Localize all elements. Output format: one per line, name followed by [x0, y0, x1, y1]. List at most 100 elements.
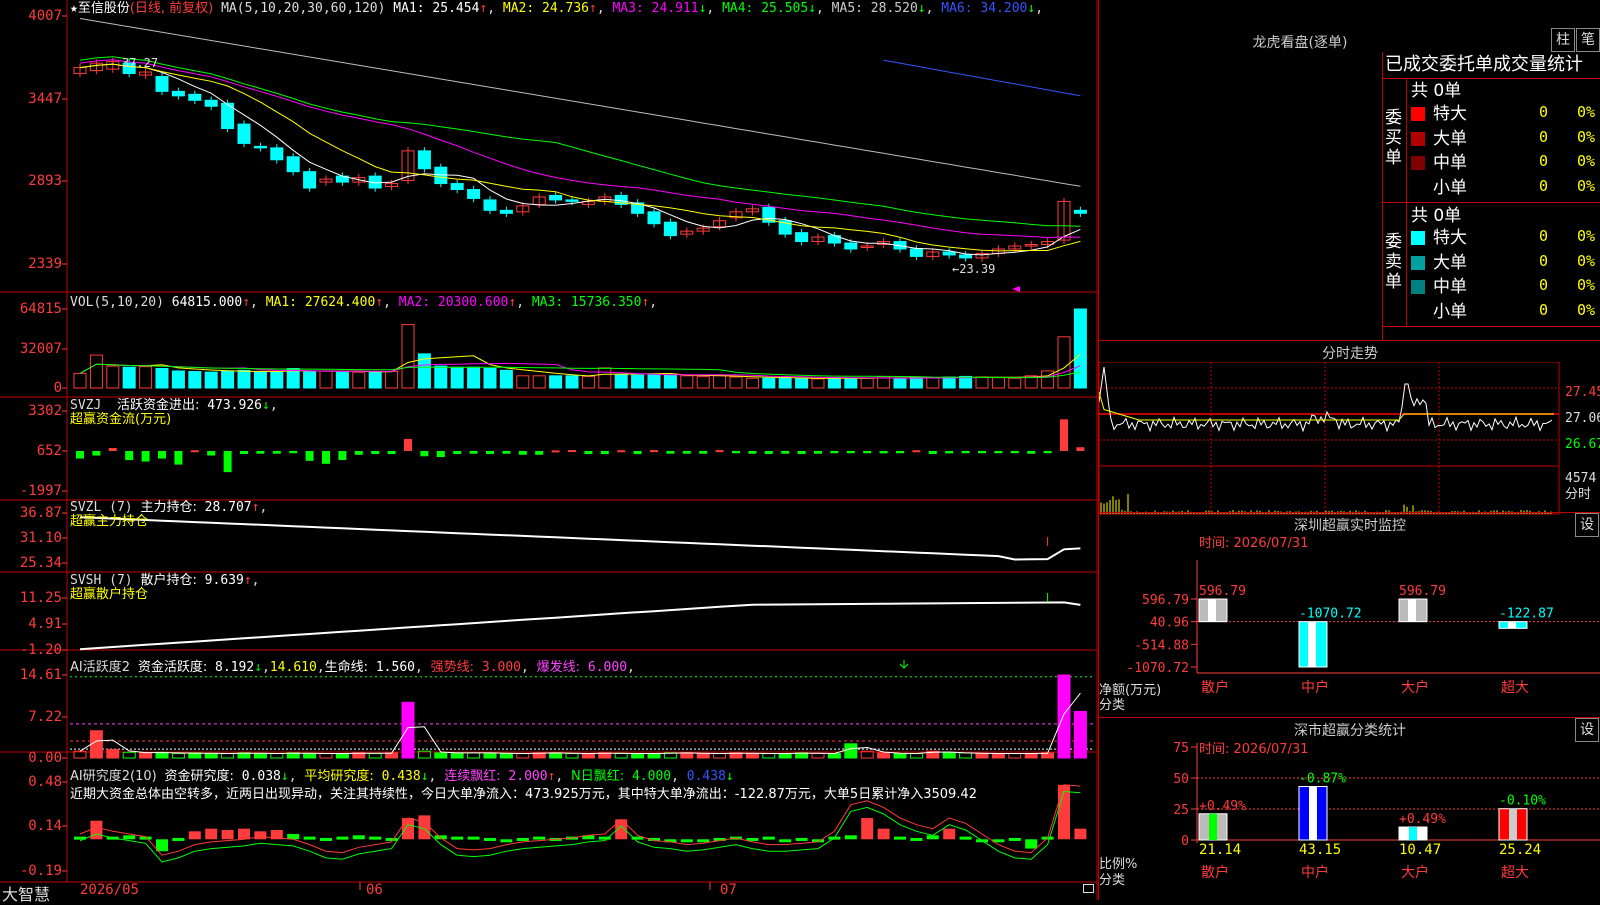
fund-flow-bar: [338, 451, 346, 460]
volume-bar: [140, 367, 152, 388]
ma-sep: ,: [487, 1, 503, 16]
intraday-axis-label: 27.45: [1565, 385, 1600, 400]
price-axis-label: 2893: [0, 174, 62, 189]
activity-bar: [763, 753, 775, 758]
research-bar: [1025, 839, 1037, 848]
intraday-chart[interactable]: [1099, 362, 1600, 522]
fund-flow-bar: [174, 451, 182, 465]
ma-arrow: ↓: [918, 1, 926, 16]
brand-logo: 大智慧: [2, 881, 50, 905]
date-label: 2026/05: [80, 882, 139, 898]
activity-bar: [205, 753, 217, 758]
sell-row-pct: 0%: [1577, 229, 1595, 244]
research-bar: [90, 821, 102, 840]
intraday-frame: [1099, 362, 1559, 514]
activity-bar: [369, 753, 381, 758]
vol-ma-sep: ,: [649, 295, 657, 310]
stats-value-label: 25.24: [1499, 842, 1541, 858]
stats-category-label: 大户: [1401, 864, 1429, 881]
svsh-header: SVSH (7) 散户持仓: 9.639↑,: [70, 573, 259, 588]
volume-bar: [533, 376, 545, 388]
candle-body: [484, 200, 496, 210]
ai2-avg-arrow: ↓: [421, 769, 429, 784]
fund-flow-bar: [289, 451, 297, 453]
monitor-axis-label: 596.79: [1142, 593, 1189, 608]
volume-bar: [386, 372, 398, 388]
kline-chart-area[interactable]: ★至信股份(日线, 前复权) MA(5,10,20,30,60,120) MA1…: [0, 0, 1098, 900]
buy-color-swatch: [1411, 107, 1425, 121]
ai2-nred-label: N日飘红:: [571, 769, 624, 784]
fund-flow-bar: [355, 451, 363, 455]
fund-flow-bar: [765, 451, 773, 454]
candle-body: [189, 94, 201, 100]
buy-row-count: 0: [1539, 154, 1548, 169]
buy-color-swatch: [1411, 156, 1425, 170]
bar-view-button[interactable]: 柱: [1551, 28, 1575, 52]
intraday-title: 分时走势: [1099, 343, 1600, 363]
ma-params: MA(5,10,20,30,60,120): [221, 1, 385, 16]
volume-bar: [304, 372, 316, 388]
monitor-chart[interactable]: 596.79 40.96 -514.88 -1070.72 596.79 散户 -1070.…: [1099, 520, 1600, 710]
monitor-bar-highlight: [1308, 622, 1316, 667]
intraday-axis-label: 27.06: [1565, 411, 1600, 426]
activity-bar: [566, 753, 578, 758]
svzl-value: 28.707: [205, 500, 252, 515]
tick-view-button[interactable]: 笔: [1576, 28, 1600, 52]
ma-label: MA2:: [503, 1, 534, 16]
svsh-arrow: ↑: [244, 573, 252, 588]
ai1-header: AI活跃度2 资金活跃度: 8.192↓,14.610,生命线: 1.560, …: [70, 660, 635, 675]
monitor-bar-label: -1070.72: [1299, 607, 1362, 622]
ai1-title: 资金活跃度:: [138, 660, 207, 675]
candle-body: [1074, 210, 1086, 213]
lock-icon[interactable]: [1083, 884, 1094, 893]
retail-position-line: [80, 602, 1080, 649]
activity-bar: [107, 749, 119, 758]
fund-flow-bar: [142, 451, 150, 462]
volume-bar: [336, 372, 348, 388]
favorite-star-icon: ★: [70, 1, 78, 16]
volume-bar: [976, 377, 988, 388]
fund-flow-bar: [502, 451, 510, 454]
order-stats-tabs[interactable]: 已成交委托单成交量统计: [1385, 54, 1600, 76]
buy-orders-label: 委买单: [1385, 108, 1401, 168]
research-bar: [304, 837, 316, 840]
activity-bar: [878, 753, 890, 758]
activity-bar: [320, 753, 332, 758]
svsh-axis-label: -1.20: [0, 643, 62, 658]
ma-arrow: ↑: [589, 1, 597, 16]
research-bar: [894, 837, 906, 840]
svzj-subtitle: 超赢资金流(万元): [70, 412, 171, 427]
kline-chart-canvas[interactable]: [0, 0, 1098, 900]
volume-bar: [894, 379, 906, 388]
stats-bar-highlight: [1209, 814, 1217, 840]
ai1-value: 8.192: [215, 660, 254, 675]
stats-top-label: -0.87%: [1299, 771, 1346, 786]
ai1-name: AI活跃度2: [70, 660, 130, 675]
ai2-header: AI研究度2(10) 资金研究度: 0.038↓, 平均研究度: 0.438↓,…: [70, 769, 734, 784]
activity-bar: [1025, 753, 1037, 758]
fund-flow-bar: [453, 451, 461, 454]
research-bar: [878, 829, 890, 840]
stats-top-label: -0.10%: [1499, 794, 1546, 809]
candle-body: [796, 233, 808, 242]
fund-flow-bar: [814, 451, 822, 454]
activity-line: [80, 693, 1080, 753]
buy-row-pct: 0%: [1577, 105, 1595, 120]
ai2-red-arrow: ↑: [548, 769, 556, 784]
volume-bar: [779, 378, 791, 388]
vol-ma-arrow: ↑: [375, 295, 383, 310]
ma-sep: ,: [597, 1, 613, 16]
ma-sep: ,: [926, 1, 942, 16]
stats-chart[interactable]: 75 50 25 0 +0.49% 21.14 散户 -0.87% 43.15 中户 +0.49% 1…: [1099, 725, 1600, 900]
monitor-category-label: 中户: [1301, 679, 1329, 696]
fund-flow-bar: [109, 448, 117, 451]
volume-bar: [468, 367, 480, 388]
marker-triangle: [1012, 286, 1020, 292]
fund-flow-bar: [191, 450, 199, 452]
activity-bar: [992, 753, 1004, 758]
monitor-xlabel: 分类: [1099, 698, 1125, 713]
intraday-avg-line: [1099, 392, 1554, 420]
ai1-strong: 3.000: [482, 660, 521, 675]
sell-color-swatch: [1411, 256, 1425, 270]
research-bar: [1009, 838, 1021, 841]
